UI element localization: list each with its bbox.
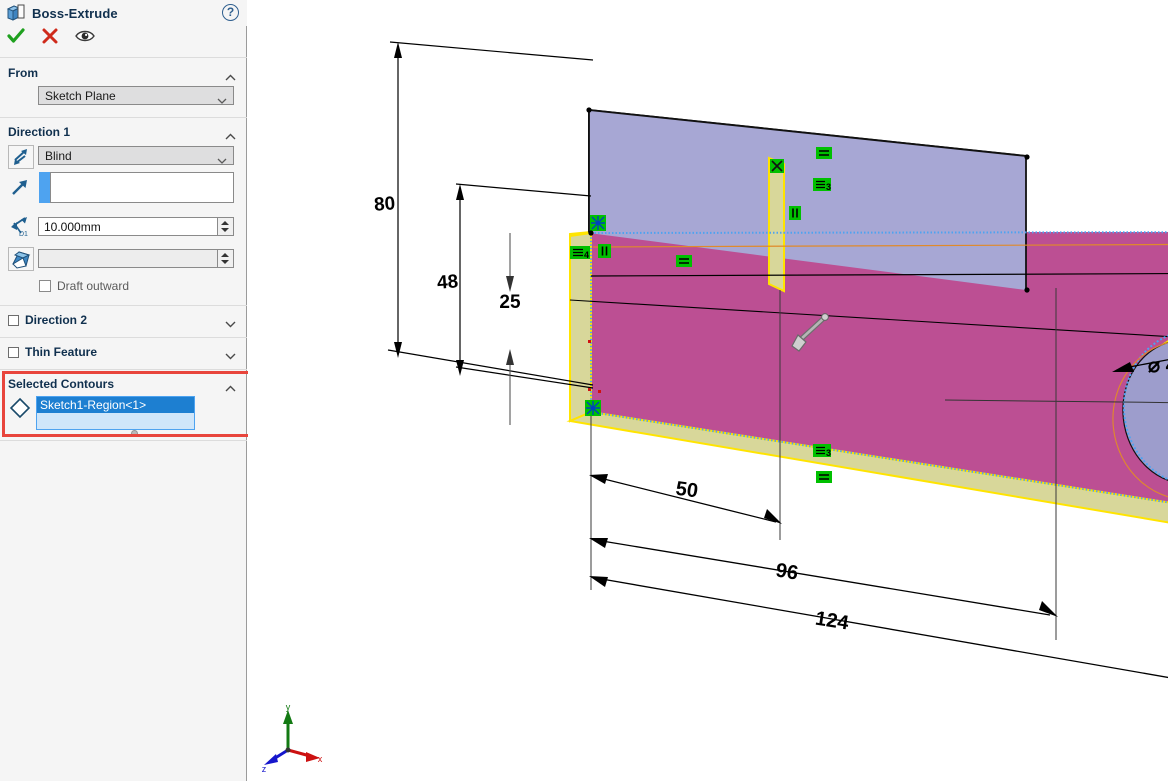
property-manager-title-bar: Boss-Extrude ? <box>0 0 247 26</box>
chevron-down-icon[interactable] <box>217 93 227 104</box>
section-label-selected-contours: Selected Contours <box>8 377 115 391</box>
draft-angle-stepper[interactable] <box>217 250 233 267</box>
thin-feature-checkbox[interactable] <box>8 346 19 358</box>
section-header-from[interactable]: From <box>0 62 247 84</box>
reverse-direction-button[interactable] <box>8 145 34 169</box>
dim-96 <box>589 538 1058 617</box>
resize-grip-handle[interactable] <box>131 430 138 437</box>
section-header-thin-feature[interactable]: Thin Feature <box>0 341 247 363</box>
constraint-equal-mid <box>676 255 692 267</box>
triad-z-label: z <box>262 764 267 774</box>
svg-text:3: 3 <box>826 182 831 192</box>
section-label-from: From <box>8 66 38 80</box>
section-label-direction1: Direction 1 <box>8 125 71 139</box>
dim-124-label: 124 <box>814 608 851 635</box>
end-condition-value: Blind <box>45 148 72 163</box>
triad-x-label: x <box>318 754 323 764</box>
constraint-parallel-left <box>598 244 611 258</box>
triad-y-label: y <box>286 702 291 712</box>
divider <box>0 440 247 441</box>
coordinate-triad: y x z <box>258 702 338 774</box>
draft-outward-checkbox[interactable] <box>39 280 51 292</box>
start-condition-dropdown[interactable]: Sketch Plane <box>38 86 234 105</box>
dim-dia-40-label: ⌀ 40 <box>1148 355 1168 377</box>
constraint-equal-top <box>816 147 832 159</box>
chevron-down-icon[interactable] <box>217 153 227 164</box>
ok-button[interactable] <box>6 27 32 49</box>
chevron-down-icon[interactable] <box>225 315 236 328</box>
direction-vector-icon <box>8 176 34 200</box>
svg-text:D1: D1 <box>19 231 28 238</box>
section-label-direction2: Direction 2 <box>25 313 88 327</box>
model-canvas[interactable]: 80 48 25 50 96 124 ⌀ 4 3 3 <box>248 0 1168 781</box>
boss-extrude-icon <box>6 4 26 22</box>
section-header-direction1[interactable]: Direction 1 <box>0 121 247 143</box>
dim-48-label: 48 <box>436 271 459 293</box>
section-header-direction2[interactable]: Direction 2 <box>0 309 247 331</box>
svg-text:3: 3 <box>826 448 831 458</box>
help-icon[interactable]: ? <box>222 4 239 21</box>
direction2-checkbox[interactable] <box>8 314 19 326</box>
depth-d1-icon: D1 <box>8 214 34 238</box>
constraint-coincident-notch <box>770 159 784 173</box>
dim-96-label: 96 <box>774 559 799 584</box>
draft-angle-button[interactable] <box>8 247 34 271</box>
draft-outward-checkbox-row[interactable]: Draft outward <box>39 279 129 293</box>
section-label-thin-feature: Thin Feature <box>25 345 98 359</box>
property-manager-action-bar <box>0 26 247 50</box>
constraint-equal-4-left: 4 <box>570 246 590 260</box>
direction-vector-field[interactable] <box>50 172 234 203</box>
selected-contours-list[interactable]: Sketch1-Region<1> <box>36 396 195 430</box>
depth-value: 10.000mm <box>44 219 101 234</box>
model-notch-side <box>768 156 785 293</box>
chevron-up-icon[interactable] <box>225 127 236 140</box>
chevron-down-icon[interactable] <box>225 347 236 360</box>
chevron-up-icon[interactable] <box>225 68 236 81</box>
dim-80 <box>387 41 594 386</box>
constraint-equal-3-bottom: 3 <box>813 444 831 458</box>
draft-angle-input[interactable] <box>38 249 234 268</box>
property-manager-panel: Boss-Extrude ? From Sketch Plane Directi… <box>0 0 255 781</box>
graphics-viewport[interactable]: 80 48 25 50 96 124 ⌀ 4 3 3 <box>248 0 1168 781</box>
direction-vector-color-swatch <box>39 172 50 203</box>
start-condition-value: Sketch Plane <box>45 88 116 103</box>
divider <box>0 337 247 338</box>
divider <box>0 117 247 118</box>
end-condition-dropdown[interactable]: Blind <box>38 146 234 165</box>
constraint-coincident-top <box>590 215 606 231</box>
preview-button[interactable] <box>74 27 100 49</box>
depth-stepper[interactable] <box>217 218 233 235</box>
divider <box>0 305 247 306</box>
draft-outward-label: Draft outward <box>57 279 130 293</box>
section-header-selected-contours[interactable]: Selected Contours <box>0 373 247 395</box>
cancel-button[interactable] <box>40 27 66 49</box>
divider <box>0 57 247 58</box>
model-left-side-face <box>569 231 592 423</box>
divider <box>0 369 247 370</box>
dim-25 <box>506 233 514 425</box>
constraint-equal-3-top: 3 <box>813 178 831 192</box>
dim-80-label: 80 <box>373 193 396 215</box>
chevron-up-icon[interactable] <box>225 379 236 392</box>
svg-text:4: 4 <box>584 250 589 260</box>
contour-diamond-icon <box>9 397 31 419</box>
dim-124 <box>589 576 1168 679</box>
constraint-parallel-upper <box>789 206 801 220</box>
dim-25-label: 25 <box>499 292 521 313</box>
constraint-equal-bottom <box>816 471 832 483</box>
list-item[interactable]: Sketch1-Region<1> <box>37 397 194 413</box>
constraint-coincident-bottom <box>585 400 601 416</box>
selected-contour-label: Sketch1-Region<1> <box>40 398 147 412</box>
page-title: Boss-Extrude <box>32 5 118 21</box>
dim-50-label: 50 <box>674 478 699 503</box>
depth-input[interactable]: 10.000mm <box>38 217 234 236</box>
